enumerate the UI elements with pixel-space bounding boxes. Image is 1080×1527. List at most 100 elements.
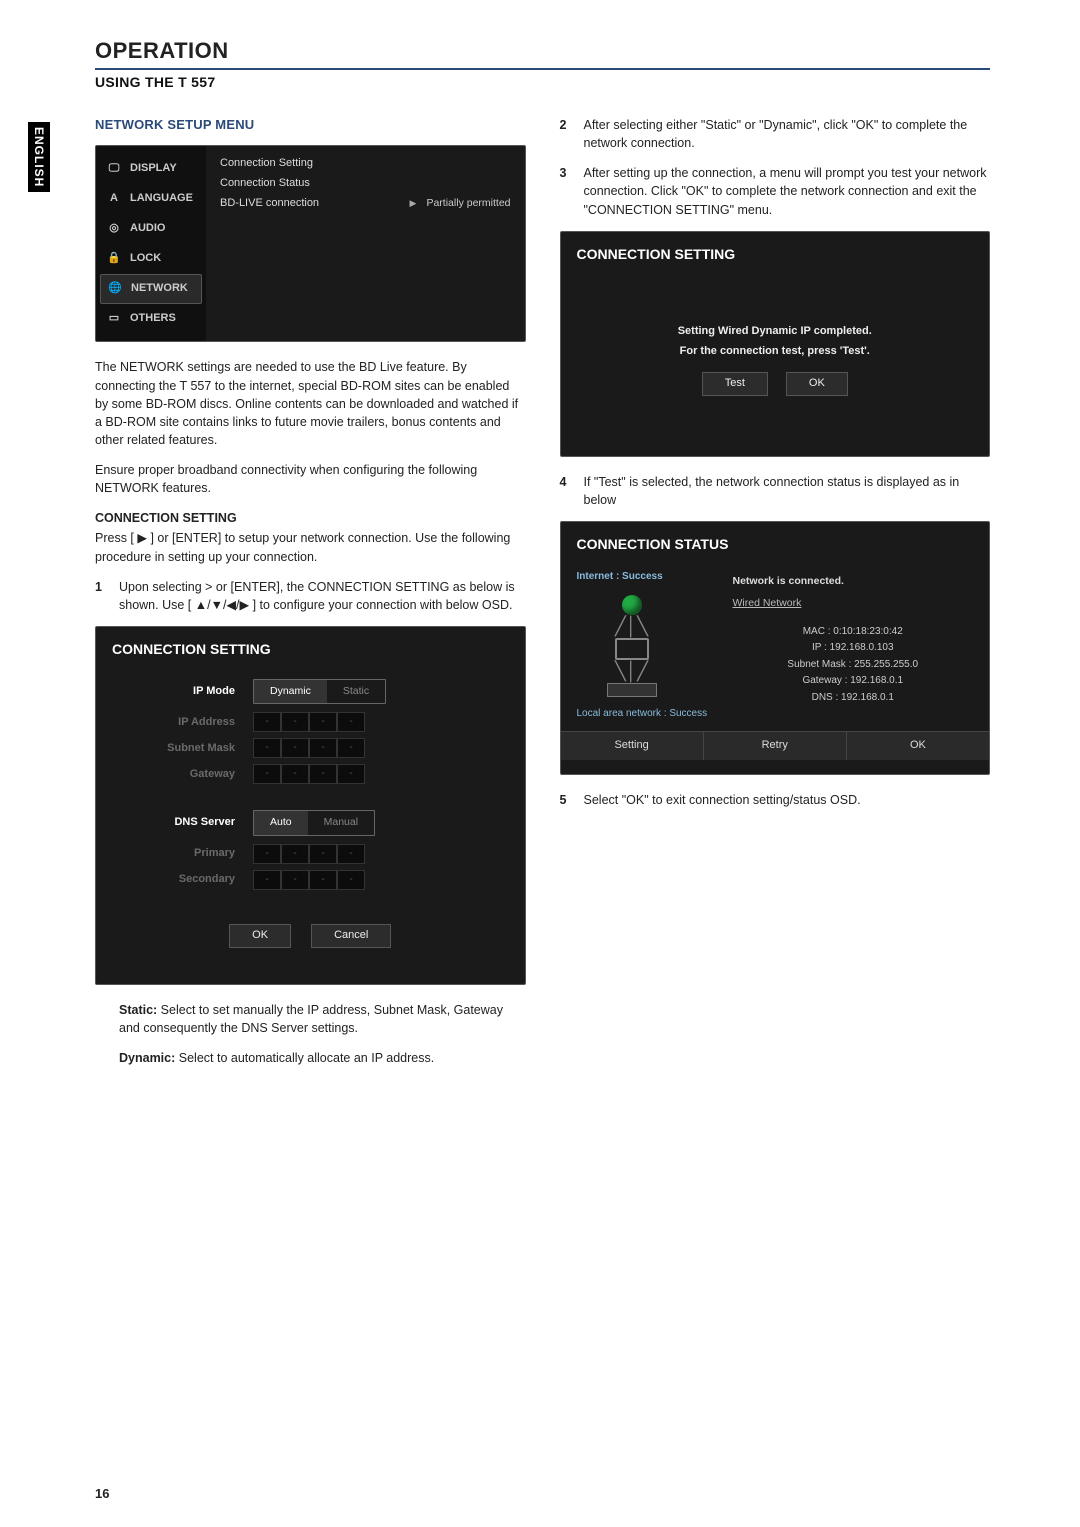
- field-label: Gateway: [120, 767, 235, 783]
- subsection-heading: CONNECTION SETTING: [95, 509, 526, 527]
- status-label: Internet : Success: [577, 570, 717, 585]
- step-number: 4: [560, 473, 574, 509]
- step-2: 2 After selecting either "Static" or "Dy…: [560, 116, 991, 152]
- menu-label: NETWORK: [131, 281, 188, 297]
- ok-button[interactable]: OK: [786, 372, 848, 396]
- cancel-button[interactable]: Cancel: [311, 924, 391, 948]
- chevron-right-icon: ▶: [410, 197, 417, 210]
- page-title: OPERATION: [95, 38, 990, 70]
- ok-button[interactable]: OK: [846, 732, 989, 760]
- lock-icon: 🔒: [106, 252, 122, 266]
- step-4: 4 If "Test" is selected, the network con…: [560, 473, 991, 509]
- step-text: After setting up the connection, a menu …: [584, 164, 991, 218]
- toggle-option[interactable]: Auto: [254, 811, 308, 834]
- field-label: Primary: [120, 846, 235, 862]
- osd-title: CONNECTION SETTING: [96, 627, 525, 669]
- definition: Select to set manually the IP address, S…: [119, 1003, 503, 1035]
- step-3: 3 After setting up the connection, a men…: [560, 164, 991, 218]
- menu-label: LOCK: [130, 251, 161, 267]
- status-kv: MAC : 0:10:18:23:0:42: [733, 625, 974, 640]
- menu-label: DISPLAY: [130, 161, 177, 177]
- toggle-option[interactable]: Dynamic: [254, 680, 327, 703]
- page-number: 16: [95, 1486, 109, 1501]
- prompt-message: For the connection test, press 'Test'.: [650, 344, 900, 360]
- dns-primary-field[interactable]: ----: [253, 844, 365, 864]
- field-label: DNS Server: [120, 815, 235, 831]
- retry-button[interactable]: Retry: [703, 732, 846, 760]
- menu-item-audio[interactable]: ◎ AUDIO: [96, 214, 206, 244]
- step-text: After selecting either "Static" or "Dyna…: [584, 116, 991, 152]
- page-subtitle: USING THE T 557: [95, 74, 990, 90]
- pane-value: Partially permitted: [426, 196, 510, 211]
- pane-row[interactable]: Connection Setting: [220, 156, 511, 172]
- step-number: 2: [560, 116, 574, 152]
- body-text: Dynamic: Select to automatically allocat…: [119, 1049, 526, 1067]
- osd-connection-status: CONNECTION STATUS Internet : Success ╱│╲…: [560, 521, 991, 775]
- menu-item-network[interactable]: 🌐 NETWORK: [100, 274, 202, 304]
- section-heading: NETWORK SETUP MENU: [95, 116, 526, 135]
- status-kv: Gateway : 192.168.0.1: [733, 674, 974, 689]
- field-label: Secondary: [120, 872, 235, 888]
- router-icon: [607, 683, 657, 697]
- field-label: IP Mode: [120, 684, 235, 700]
- prompt-message: Setting Wired Dynamic IP completed.: [650, 324, 900, 340]
- term: Static:: [119, 1003, 157, 1017]
- field-label: Subnet Mask: [120, 741, 235, 757]
- step-number: 3: [560, 164, 574, 218]
- status-kv: IP : 192.168.0.103: [733, 641, 974, 656]
- status-kv: Subnet Mask : 255.255.255.0: [733, 658, 974, 673]
- menu-label: AUDIO: [130, 221, 165, 237]
- language-icon: A: [106, 192, 122, 206]
- step-text: Upon selecting > or [ENTER], the CONNECT…: [119, 578, 526, 614]
- body-text: Static: Select to set manually the IP ad…: [119, 1001, 526, 1037]
- term: Dynamic:: [119, 1051, 175, 1065]
- display-icon: 🖵: [106, 162, 122, 176]
- left-column: NETWORK SETUP MENU 🖵 DISPLAY A LANGUAGE ◎ A…: [95, 116, 526, 1079]
- setting-button[interactable]: Setting: [561, 732, 703, 760]
- ip-mode-toggle[interactable]: DynamicStatic: [253, 679, 386, 704]
- menu-item-language[interactable]: A LANGUAGE: [96, 184, 206, 214]
- pane-row[interactable]: BD-LIVE connection: [220, 196, 400, 212]
- pc-icon: [615, 638, 649, 660]
- osd-title: CONNECTION STATUS: [561, 522, 990, 564]
- osd-title: CONNECTION SETTING: [561, 232, 990, 274]
- toggle-option[interactable]: Static: [327, 680, 385, 703]
- field-label: IP Address: [120, 715, 235, 731]
- status-heading: Network is connected.: [733, 574, 974, 589]
- step-text: If "Test" is selected, the network conne…: [584, 473, 991, 509]
- pane-row[interactable]: Connection Status: [220, 176, 511, 192]
- osd-network-menu: 🖵 DISPLAY A LANGUAGE ◎ AUDIO 🔒 LOCK 🌐 NETWORK…: [95, 145, 526, 343]
- others-icon: ▭: [106, 312, 122, 326]
- audio-icon: ◎: [106, 222, 122, 236]
- status-label: Local area network : Success: [577, 707, 717, 722]
- ip-address-field[interactable]: ----: [253, 712, 365, 732]
- gateway-field[interactable]: ----: [253, 764, 365, 784]
- globe-icon: [622, 595, 642, 615]
- step-text: Select "OK" to exit connection setting/s…: [584, 791, 991, 809]
- toggle-option[interactable]: Manual: [308, 811, 374, 834]
- menu-item-lock[interactable]: 🔒 LOCK: [96, 244, 206, 274]
- step-number: 5: [560, 791, 574, 809]
- step-1: 1 Upon selecting > or [ENTER], the CONNE…: [95, 578, 526, 614]
- right-column: 2 After selecting either "Static" or "Dy…: [560, 116, 991, 1079]
- dns-mode-toggle[interactable]: AutoManual: [253, 810, 375, 835]
- body-text: Press [ ▶ ] or [ENTER] to setup your net…: [95, 529, 526, 565]
- menu-label: OTHERS: [130, 311, 176, 327]
- status-subheading: Wired Network: [733, 596, 974, 611]
- definition: Select to automatically allocate an IP a…: [175, 1051, 434, 1065]
- osd-connection-prompt: CONNECTION SETTING Setting Wired Dynamic…: [560, 231, 991, 457]
- menu-item-display[interactable]: 🖵 DISPLAY: [96, 154, 206, 184]
- status-kv: DNS : 192.168.0.1: [733, 691, 974, 706]
- menu-label: LANGUAGE: [130, 191, 193, 207]
- language-side-tab: ENGLISH: [28, 122, 50, 192]
- step-5: 5 Select "OK" to exit connection setting…: [560, 791, 991, 809]
- network-diagram-icon: ╱│╲ ╲│╱: [577, 591, 687, 701]
- menu-item-others[interactable]: ▭ OTHERS: [96, 304, 206, 334]
- osd-connection-setting: CONNECTION SETTING IP Mode DynamicStatic…: [95, 626, 526, 985]
- test-button[interactable]: Test: [702, 372, 768, 396]
- subnet-field[interactable]: ----: [253, 738, 365, 758]
- dns-secondary-field[interactable]: ----: [253, 870, 365, 890]
- ok-button[interactable]: OK: [229, 924, 291, 948]
- body-text: Ensure proper broadband connectivity whe…: [95, 461, 526, 497]
- network-icon: 🌐: [107, 282, 123, 296]
